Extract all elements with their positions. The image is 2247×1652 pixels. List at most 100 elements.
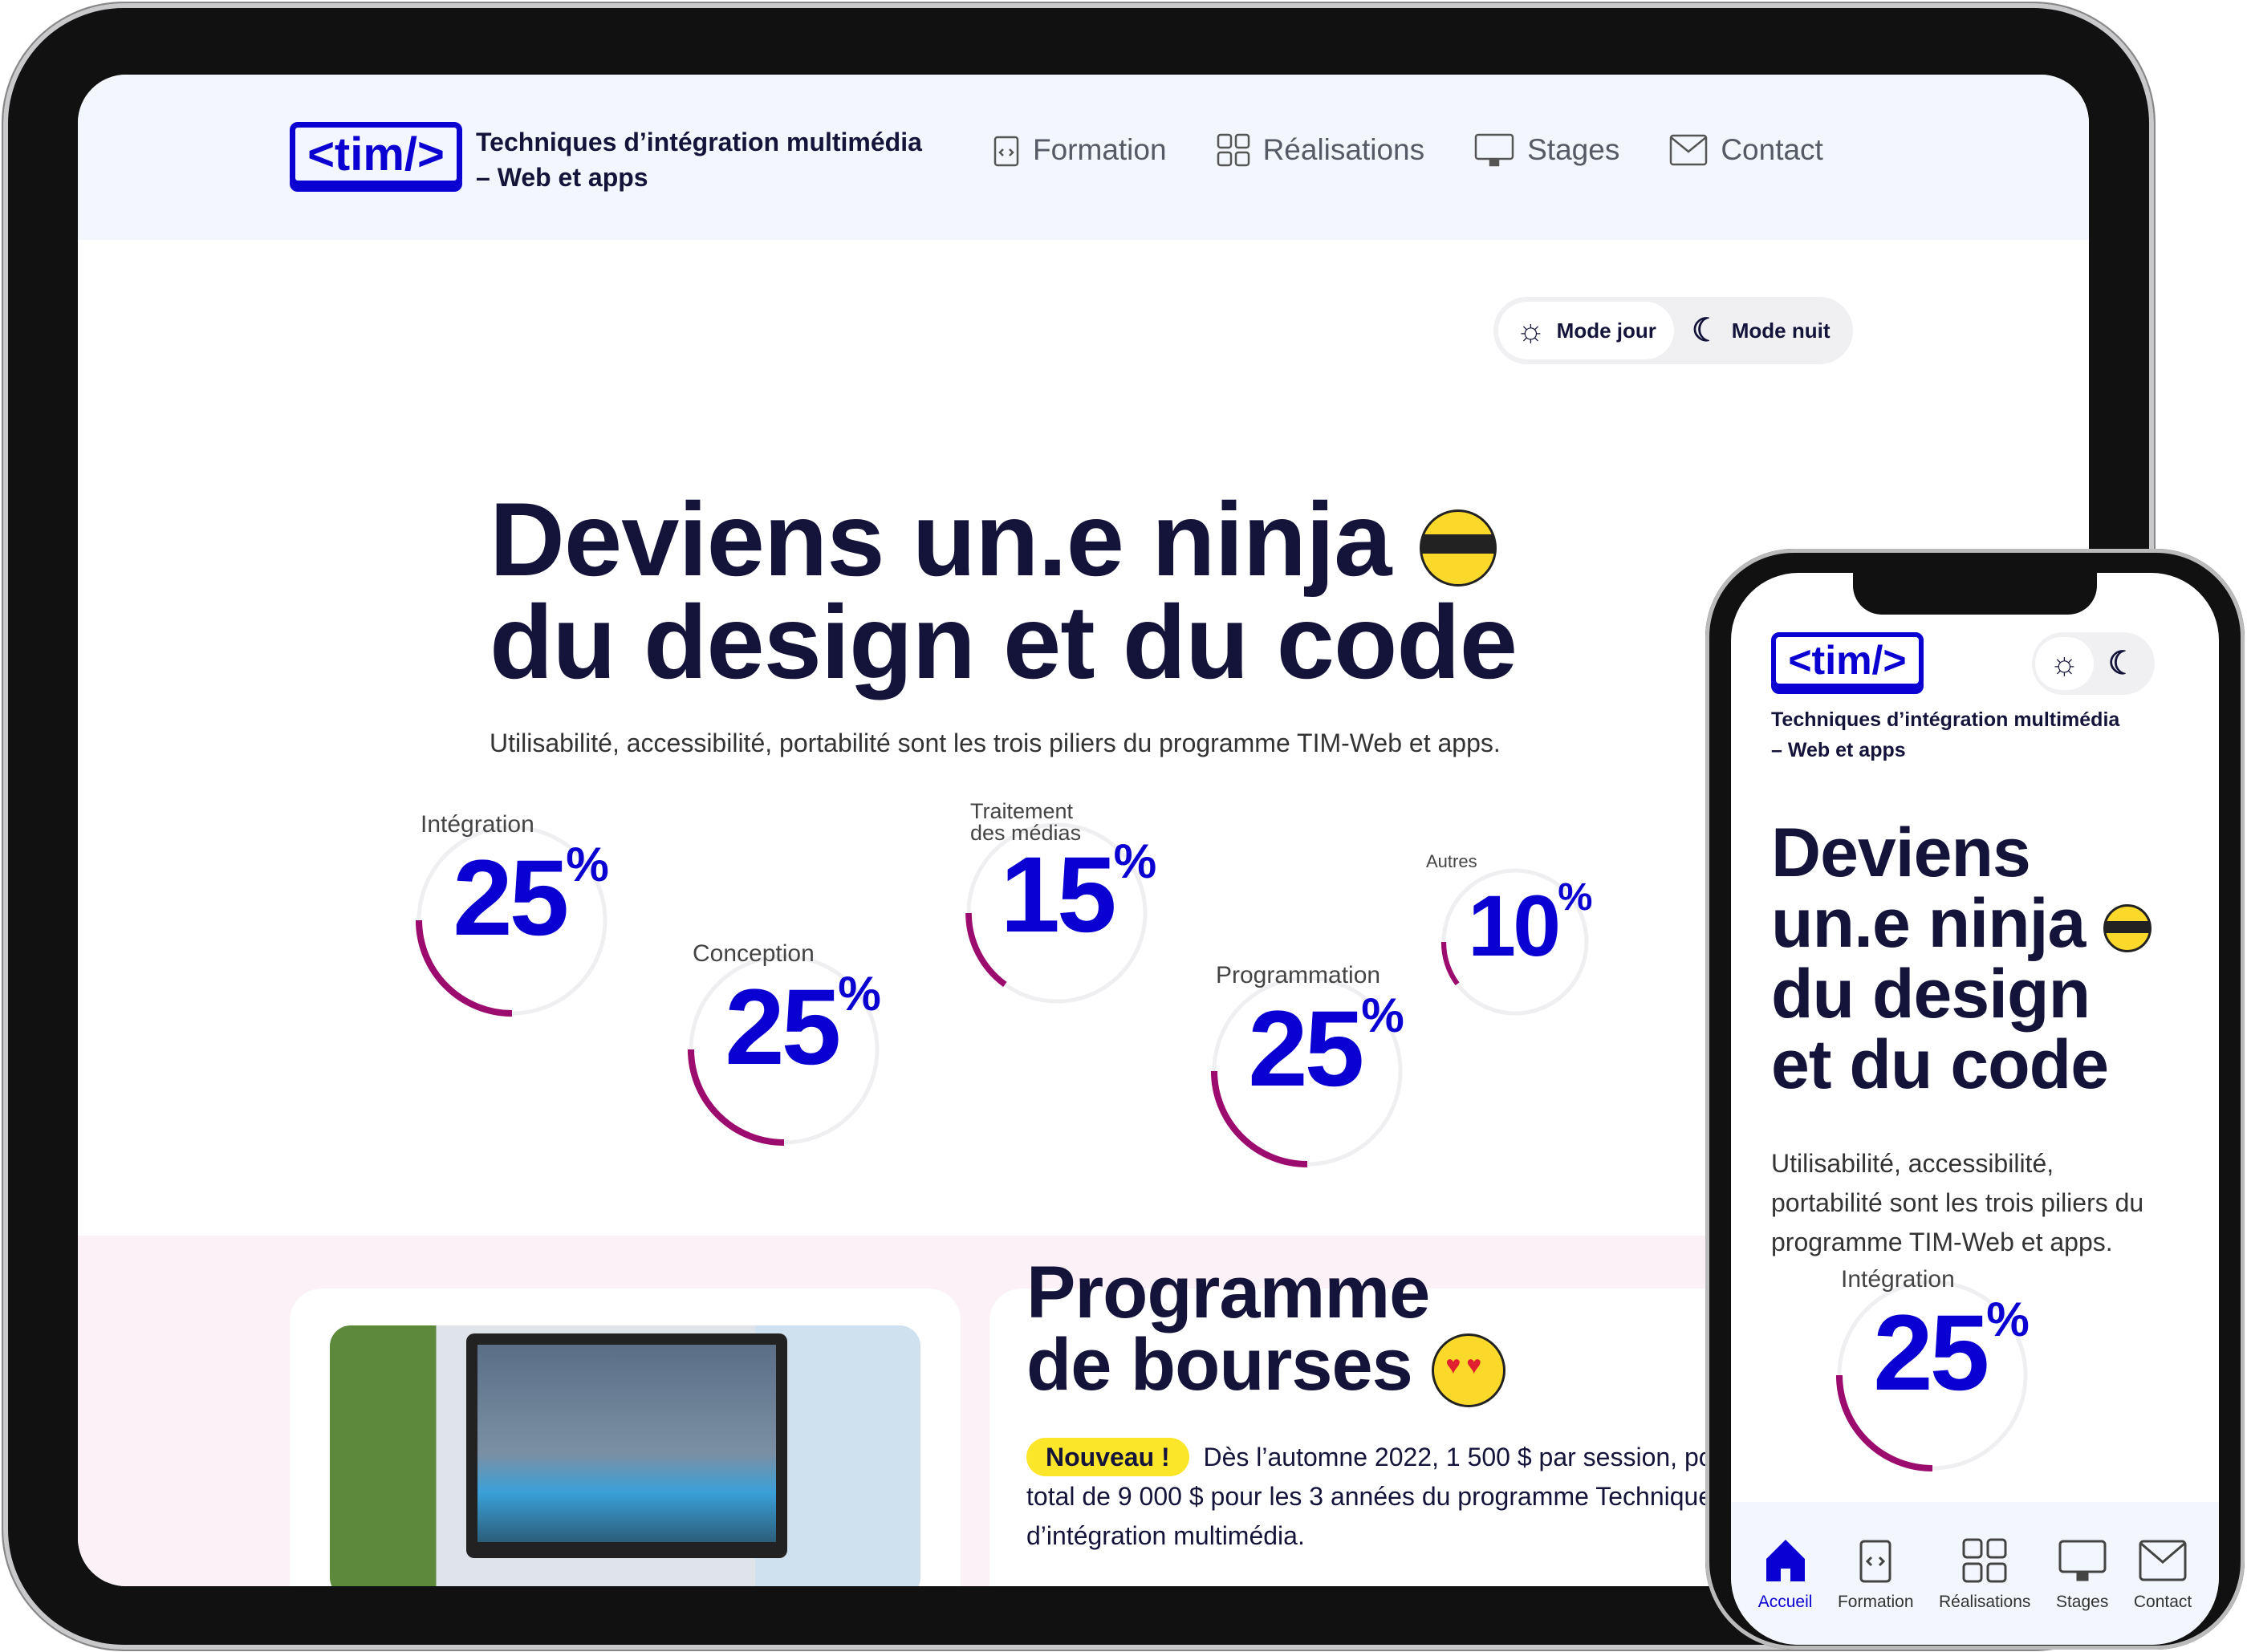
percent-sign: %: [1113, 833, 1157, 888]
nav-label: Contact: [1721, 133, 1823, 166]
mobile-headline-line: du design: [1771, 956, 2091, 1033]
bourses-title-line1: Programme: [1026, 1252, 1430, 1333]
mobile-logo[interactable]: <tim/>: [1771, 632, 1924, 688]
mobile-subtitle-line: portabilité sont les trois piliers du: [1771, 1188, 2144, 1217]
laptop-icon: [466, 1333, 787, 1558]
stat-label: Intégration: [1841, 1266, 1955, 1293]
moon-icon: ☾: [1691, 313, 1721, 348]
percent-sign: %: [1361, 988, 1404, 1043]
mobile-site-title-line1: Techniques d’intégration multimédia: [1771, 708, 2120, 731]
mobile-site-title-line2: – Web et apps: [1771, 739, 1906, 761]
headline-line1: Deviens un.e ninja: [490, 481, 1392, 598]
laptop-photo: [330, 1325, 920, 1586]
stat-label: Intégration: [421, 811, 534, 838]
sun-icon: ☼: [2050, 645, 2079, 681]
bottom-nav-formation[interactable]: Formation: [1838, 1535, 1914, 1612]
mobile-headline-line: et du code: [1771, 1026, 2109, 1103]
bottom-nav-label: Accueil: [1757, 1593, 1813, 1611]
clipboard-code-icon: [1859, 1540, 1891, 1583]
mobile-headline-line: un.e ninja: [1771, 885, 2086, 962]
mobile-stat-integration: Intégration 25%: [1831, 1268, 2034, 1476]
stat-intégration: Intégration 25%: [411, 813, 613, 1021]
bourses-title-line2: de bourses: [1026, 1324, 1413, 1406]
mode-day-label: Mode jour: [1556, 318, 1656, 343]
heart-eyes-emoji-icon: ♥ ♥: [1432, 1333, 1506, 1407]
mobile-theme-toggle: ☼ ☾: [2032, 632, 2155, 695]
stat-value: 25%: [1873, 1292, 2030, 1414]
logo[interactable]: <tim/>: [290, 122, 462, 186]
nav-label: Stages: [1527, 133, 1620, 166]
new-badge: Nouveau !: [1026, 1438, 1189, 1476]
stat-value: 25%: [725, 966, 881, 1088]
clipboard-code-icon: [993, 136, 1019, 167]
envelope-icon: [2139, 1540, 2187, 1581]
bottom-nav-stages[interactable]: Stages: [2056, 1535, 2108, 1612]
mobile-hero-headline: Deviens un.e ninja du design et du code: [1771, 818, 2152, 1100]
bottom-nav-label: Formation: [1837, 1593, 1914, 1611]
mobile-site-title: Techniques d’intégration multimédia – We…: [1771, 704, 2119, 765]
bottom-nav-label: Contact: [2133, 1593, 2192, 1611]
phone-notch: [1853, 573, 2097, 615]
hero-headline: Deviens un.e ninja du design et du code: [490, 487, 1518, 700]
envelope-icon: [1670, 134, 1708, 166]
bottom-nav-label: Stages: [2055, 1593, 2109, 1611]
grid-icon: [1962, 1538, 2007, 1583]
stat-label: Conception: [693, 940, 815, 967]
stat-programmation: Programmation 25%: [1206, 964, 1408, 1172]
percent-sign: %: [1558, 875, 1593, 919]
main-nav: Formation Réalisations Stages Contact: [993, 132, 1823, 168]
stat-autres: Autres 10%: [1426, 853, 1595, 1021]
headline-line2: du design et du code: [490, 583, 1518, 700]
site-header: <tim/> Techniques d’intégration multiméd…: [78, 75, 2089, 240]
bottom-nav-realisations[interactable]: Réalisations: [1939, 1535, 2030, 1612]
nav-contact[interactable]: Contact: [1669, 132, 1823, 168]
stat-conception: Conception 25%: [683, 942, 885, 1151]
mobile-subtitle-line: Utilisabilité, accessibilité,: [1771, 1149, 2054, 1178]
stat-label: Autres: [1426, 851, 1477, 871]
ninja-emoji-icon: [1419, 509, 1497, 587]
mobile-mode-day-button[interactable]: ☼: [2035, 637, 2094, 690]
mode-night-label: Mode nuit: [1731, 318, 1831, 343]
mobile-bottom-nav: Accueil Formation Réalisations Stages Co…: [1731, 1502, 2219, 1645]
image-card: [290, 1289, 961, 1586]
bourses-text-line1: Dès l’automne 2022, 1 500 $ par session,…: [1203, 1443, 1772, 1471]
stat-value: 15%: [1000, 833, 1157, 955]
nav-label: Formation: [1033, 133, 1167, 166]
nav-label: Réalisations: [1262, 133, 1425, 166]
monitor-icon: [1474, 133, 1514, 167]
grid-icon: [1217, 133, 1249, 167]
percent-sign: %: [566, 837, 609, 892]
phone-screen: <tim/> ☼ ☾ Techniques d’intégration mult…: [1731, 573, 2219, 1645]
mode-night-button[interactable]: ☾ Mode nuit: [1674, 302, 1848, 359]
stat-traitement-des-médias: Traitement des médias 15%: [961, 801, 1156, 1009]
sun-icon: ☼: [1516, 312, 1546, 348]
stat-value: 25%: [453, 837, 609, 959]
bourses-title: Programme de bourses ♥ ♥: [1026, 1252, 1506, 1407]
monitor-icon: [2058, 1540, 2107, 1581]
percent-sign: %: [838, 966, 881, 1021]
mobile-mode-night-button[interactable]: ☾: [2094, 637, 2152, 690]
site-title: Techniques d’intégration multimédia – We…: [476, 124, 922, 195]
home-icon: [1766, 1540, 1805, 1581]
stat-value: 10%: [1468, 875, 1593, 974]
percent-sign: %: [1986, 1292, 2030, 1347]
phone-frame: <tim/> ☼ ☾ Techniques d’intégration mult…: [1705, 549, 2245, 1650]
site-title-line1: Techniques d’intégration multimédia: [476, 128, 922, 156]
site-title-line2: – Web et apps: [476, 163, 648, 192]
hero-subtitle: Utilisabilité, accessibilité, portabilit…: [490, 729, 1501, 757]
bottom-nav-contact[interactable]: Contact: [2134, 1535, 2192, 1612]
mobile-headline-line: Deviens: [1771, 814, 2031, 891]
nav-realisations[interactable]: Réalisations: [1217, 132, 1425, 168]
nav-formation[interactable]: Formation: [993, 132, 1167, 168]
ninja-emoji-icon: [2103, 904, 2152, 953]
bottom-nav-label: Réalisations: [1939, 1593, 2031, 1611]
bottom-nav-accueil[interactable]: Accueil: [1757, 1535, 1813, 1612]
nav-stages[interactable]: Stages: [1474, 132, 1619, 168]
mobile-subtitle-line: programme TIM-Web et apps.: [1771, 1228, 2113, 1256]
stat-label: Programmation: [1216, 962, 1381, 988]
mode-day-button[interactable]: ☼ Mode jour: [1498, 302, 1674, 359]
stat-value: 25%: [1248, 988, 1404, 1110]
theme-toggle: ☼ Mode jour ☾ Mode nuit: [1493, 297, 1853, 364]
moon-icon: ☾: [2107, 646, 2137, 681]
stat-arc: [1440, 941, 1460, 986]
